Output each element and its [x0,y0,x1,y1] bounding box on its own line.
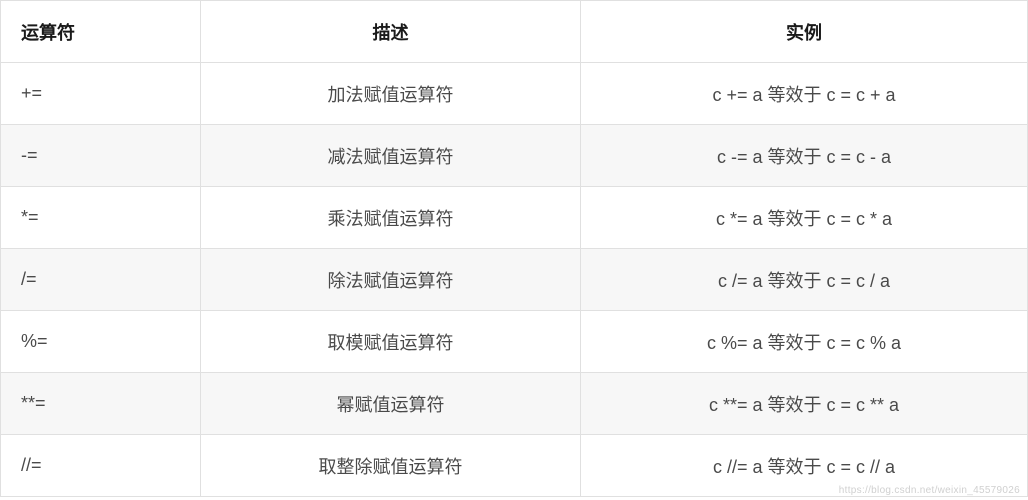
table-row: += 加法赋值运算符 c += a 等效于 c = c + a [1,63,1028,125]
table-row: %= 取模赋值运算符 c %= a 等效于 c = c % a [1,311,1028,373]
table-header-row: 运算符 描述 实例 [1,1,1028,63]
cell-example: c **= a 等效于 c = c ** a [581,373,1028,435]
cell-description: 幂赋值运算符 [201,373,581,435]
cell-operator: *= [1,187,201,249]
cell-description: 加法赋值运算符 [201,63,581,125]
cell-operator: += [1,63,201,125]
table-row: **= 幂赋值运算符 c **= a 等效于 c = c ** a [1,373,1028,435]
table-row: -= 减法赋值运算符 c -= a 等效于 c = c - a [1,125,1028,187]
cell-example: c %= a 等效于 c = c % a [581,311,1028,373]
cell-description: 取模赋值运算符 [201,311,581,373]
cell-operator: -= [1,125,201,187]
header-operator: 运算符 [1,1,201,63]
cell-description: 除法赋值运算符 [201,249,581,311]
header-example: 实例 [581,1,1028,63]
cell-description: 减法赋值运算符 [201,125,581,187]
cell-example: c /= a 等效于 c = c / a [581,249,1028,311]
cell-description: 取整除赋值运算符 [201,435,581,497]
table-row: /= 除法赋值运算符 c /= a 等效于 c = c / a [1,249,1028,311]
cell-example: c *= a 等效于 c = c * a [581,187,1028,249]
cell-operator: //= [1,435,201,497]
cell-operator: **= [1,373,201,435]
table-row: *= 乘法赋值运算符 c *= a 等效于 c = c * a [1,187,1028,249]
header-description: 描述 [201,1,581,63]
cell-operator: /= [1,249,201,311]
cell-example: c -= a 等效于 c = c - a [581,125,1028,187]
cell-description: 乘法赋值运算符 [201,187,581,249]
operators-table: 运算符 描述 实例 += 加法赋值运算符 c += a 等效于 c = c + … [0,0,1028,497]
cell-operator: %= [1,311,201,373]
cell-example: c += a 等效于 c = c + a [581,63,1028,125]
watermark: https://blog.csdn.net/weixin_45579026 [839,485,1020,496]
